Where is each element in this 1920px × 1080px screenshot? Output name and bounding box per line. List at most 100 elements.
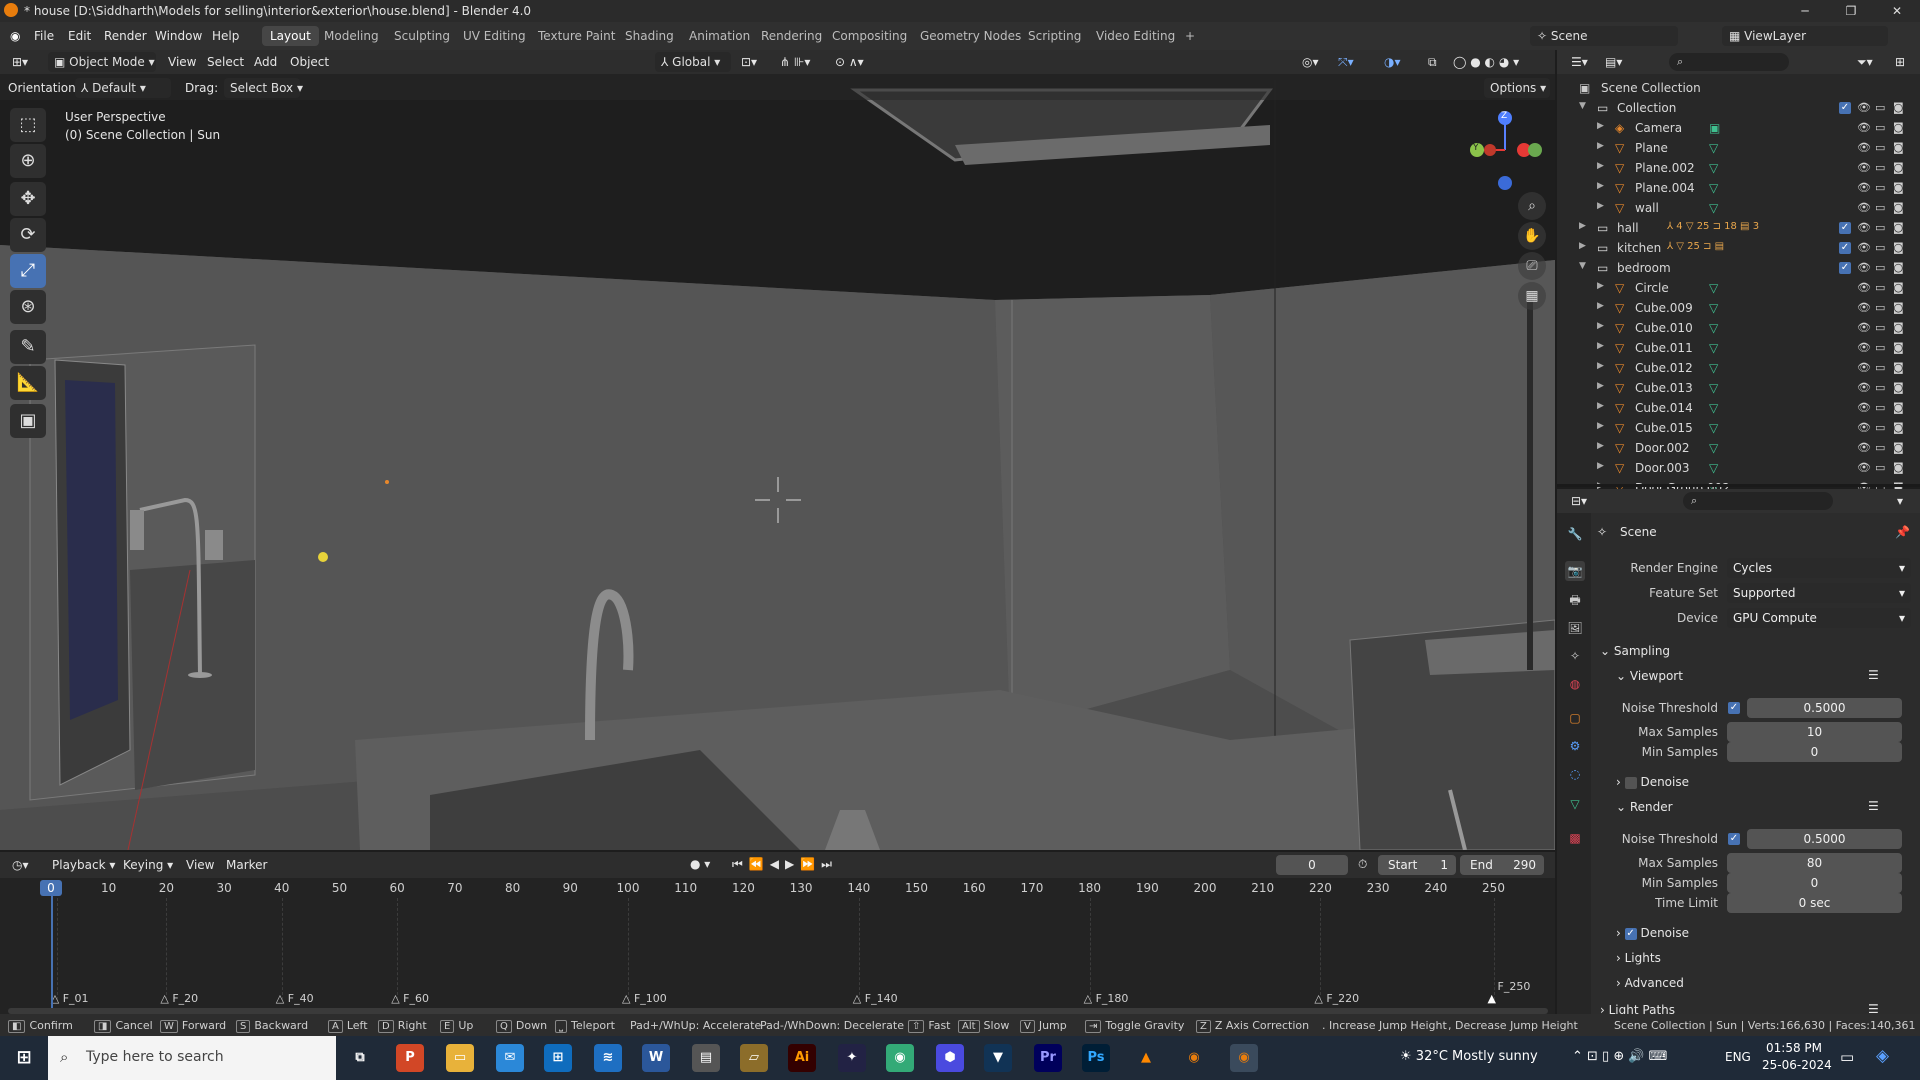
app-icon[interactable]: ▼ bbox=[984, 1044, 1012, 1072]
pin-icon[interactable]: 📌 bbox=[1895, 525, 1910, 539]
monitor-icon[interactable]: ▭ bbox=[1875, 201, 1885, 214]
language-indicator[interactable]: ENG bbox=[1725, 1050, 1751, 1064]
eye-icon[interactable]: 👁 bbox=[1857, 361, 1871, 374]
eye-icon[interactable]: 👁 bbox=[1857, 201, 1871, 214]
monitor-icon[interactable]: ▭ bbox=[1875, 381, 1885, 394]
render-camera-icon[interactable]: ◙ bbox=[1893, 121, 1904, 134]
add-workspace-button[interactable]: + bbox=[1177, 26, 1203, 46]
outliner-row[interactable]: ▶ ▽ Cube.010 ▽ 👁 ▭ ◙ bbox=[1557, 318, 1920, 338]
exclude-checkbox[interactable]: ✓ bbox=[1839, 262, 1851, 274]
end-frame-field[interactable]: End 290 bbox=[1460, 855, 1544, 875]
outliner-row[interactable]: ▶ ▽ Door.003 ▽ 👁 ▭ ◙ bbox=[1557, 458, 1920, 478]
menu-select[interactable]: Select bbox=[207, 55, 244, 69]
current-frame-field[interactable]: 0 bbox=[1276, 855, 1348, 875]
taskbar-search-input[interactable]: ⌕ Type here to search bbox=[48, 1036, 336, 1080]
tab-scripting[interactable]: Scripting bbox=[1020, 26, 1089, 46]
menu-add[interactable]: Add bbox=[254, 55, 277, 69]
tab-modeling[interactable]: Modeling bbox=[316, 26, 387, 46]
mesh-data-icon[interactable]: ▽ bbox=[1709, 441, 1718, 455]
overlay-toggle-icon[interactable]: ◑▾ bbox=[1384, 55, 1401, 69]
eye-icon[interactable]: 👁 bbox=[1857, 401, 1871, 414]
render-subsection[interactable]: ⌄ Render bbox=[1616, 800, 1673, 814]
outliner-search-input[interactable]: ⌕ bbox=[1669, 53, 1789, 71]
expand-right-icon[interactable]: ▶ bbox=[1597, 281, 1604, 291]
expand-right-icon[interactable]: ▶ bbox=[1597, 441, 1604, 451]
expand-right-icon[interactable]: ▶ bbox=[1597, 141, 1604, 151]
vp-noise-threshold-checkbox[interactable]: ✓ bbox=[1728, 702, 1740, 714]
expand-right-icon[interactable]: ▶ bbox=[1597, 121, 1604, 131]
outliner-row[interactable]: ▶ ▽ Plane.004 ▽ 👁 ▭ ◙ bbox=[1557, 178, 1920, 198]
timeline-marker[interactable]: △ F_100 bbox=[622, 992, 667, 1005]
outliner-row[interactable]: ▶ ▽ Door.002 ▽ 👁 ▭ ◙ bbox=[1557, 438, 1920, 458]
mesh-data-icon[interactable]: ▽ bbox=[1709, 141, 1718, 155]
timeline-marker[interactable]: △ F_40 bbox=[276, 992, 314, 1005]
device-dropdown[interactable]: GPU Compute ▾ bbox=[1727, 608, 1911, 628]
outliner-row[interactable]: ▶ ▽ Cube.012 ▽ 👁 ▭ ◙ bbox=[1557, 358, 1920, 378]
viewport-presets-icon[interactable]: ☰ bbox=[1868, 668, 1879, 682]
menu-marker[interactable]: Marker bbox=[226, 858, 267, 872]
eye-icon[interactable]: 👁 bbox=[1857, 281, 1871, 294]
outliner-row[interactable]: ▶ ▽ Cube.009 ▽ 👁 ▭ ◙ bbox=[1557, 298, 1920, 318]
navigation-gizmo[interactable]: Z Y bbox=[1460, 108, 1550, 198]
r-noise-threshold-checkbox[interactable]: ✓ bbox=[1728, 833, 1740, 845]
collection-contents-summary[interactable]: ⅄ ▽ 25 ⊐ ▤ bbox=[1667, 241, 1724, 252]
render-camera-icon[interactable]: ◙ bbox=[1893, 221, 1904, 234]
monitor-icon[interactable]: ▭ bbox=[1875, 161, 1885, 174]
timeline-editor-type-icon[interactable]: ◷▾ bbox=[12, 858, 29, 872]
output-tab-icon[interactable]: 🖶 bbox=[1565, 590, 1585, 610]
mail-icon[interactable]: ✉ bbox=[496, 1044, 524, 1072]
clock-time[interactable]: 01:58 PM bbox=[1766, 1041, 1822, 1055]
render-camera-icon[interactable]: ◙ bbox=[1893, 461, 1904, 474]
eye-icon[interactable]: 👁 bbox=[1857, 181, 1871, 194]
expand-right-icon[interactable]: ▶ bbox=[1597, 321, 1604, 331]
mesh-data-icon[interactable]: ▽ bbox=[1709, 201, 1718, 215]
eye-icon[interactable]: 👁 bbox=[1857, 141, 1871, 154]
menu-file[interactable]: File bbox=[34, 29, 54, 43]
outliner-row[interactable]: ▶ ▽ Cube.011 ▽ 👁 ▭ ◙ bbox=[1557, 338, 1920, 358]
expand-right-icon[interactable]: ▶ bbox=[1579, 221, 1586, 231]
sampling-section[interactable]: ⌄ Sampling bbox=[1600, 644, 1670, 658]
scene-selector[interactable]: ✧ Scene bbox=[1530, 26, 1678, 46]
exclude-checkbox[interactable]: ✓ bbox=[1839, 242, 1851, 254]
physics-tab-icon[interactable]: ◌ bbox=[1565, 764, 1585, 784]
timeline-marker[interactable]: △ F_180 bbox=[1084, 992, 1129, 1005]
photoshop-icon[interactable]: Ps bbox=[1082, 1044, 1110, 1072]
monitor-icon[interactable]: ▭ bbox=[1875, 301, 1885, 314]
transform-orientation-dropdown[interactable]: ⅄ Global ▾ bbox=[655, 52, 731, 72]
shading-modes-icon[interactable]: ◯ ● ◐ ◕ ▾ bbox=[1453, 55, 1519, 69]
monitor-icon[interactable]: ▭ bbox=[1875, 461, 1885, 474]
monitor-icon[interactable]: ▭ bbox=[1875, 241, 1885, 254]
folder-app-icon[interactable]: ▱ bbox=[740, 1044, 768, 1072]
outliner-root[interactable]: ▣ Scene Collection bbox=[1557, 78, 1920, 98]
monitor-icon[interactable]: ▭ bbox=[1875, 181, 1885, 194]
expand-right-icon[interactable]: ▶ bbox=[1597, 461, 1604, 471]
render-engine-dropdown[interactable]: Cycles ▾ bbox=[1727, 558, 1911, 578]
eye-icon[interactable]: 👁 bbox=[1857, 241, 1871, 254]
monitor-icon[interactable]: ▭ bbox=[1875, 141, 1885, 154]
eye-icon[interactable]: 👁 bbox=[1857, 461, 1871, 474]
feature-set-dropdown[interactable]: Supported ▾ bbox=[1727, 583, 1911, 603]
outliner-row[interactable]: ▶ ▽ Cube.015 ▽ 👁 ▭ ◙ bbox=[1557, 418, 1920, 438]
tab-compositing[interactable]: Compositing bbox=[824, 26, 915, 46]
render-camera-icon[interactable]: ◙ bbox=[1893, 381, 1904, 394]
outliner-row[interactable]: ▶ ▭ kitchen ⅄ ▽ 25 ⊐ ▤ ✓ 👁 ▭ ◙ bbox=[1557, 238, 1920, 258]
file-explorer-icon[interactable]: ▭ bbox=[446, 1044, 474, 1072]
modifiers-tab-icon[interactable]: ⚙ bbox=[1565, 736, 1585, 756]
properties-editor-type-icon[interactable]: ⊟▾ bbox=[1571, 494, 1587, 508]
app-icon[interactable]: ✦ bbox=[838, 1044, 866, 1072]
outliner-row[interactable]: ▶ ◈ Camera ▣ 👁 ▭ ◙ bbox=[1557, 118, 1920, 138]
monitor-icon[interactable]: ▭ bbox=[1875, 321, 1885, 334]
mesh-data-icon[interactable]: ▽ bbox=[1709, 361, 1718, 375]
render-tab-icon[interactable]: 📷 bbox=[1565, 561, 1585, 581]
expand-right-icon[interactable]: ▶ bbox=[1597, 421, 1604, 431]
render-camera-icon[interactable]: ◙ bbox=[1893, 161, 1904, 174]
zoom-button[interactable]: ⌕ bbox=[1518, 192, 1546, 220]
outliner-row[interactable]: ▶ ▽ Plane ▽ 👁 ▭ ◙ bbox=[1557, 138, 1920, 158]
outliner-row[interactable]: ▼ ▭ bedroom ✓ 👁 ▭ ◙ bbox=[1557, 258, 1920, 278]
render-camera-icon[interactable]: ◙ bbox=[1893, 141, 1904, 154]
mode-dropdown[interactable]: ▣ Object Mode ▾ bbox=[48, 52, 156, 72]
display-mode-icon[interactable]: ▤▾ bbox=[1605, 55, 1622, 69]
xray-icon[interactable]: ⧉ bbox=[1428, 55, 1437, 70]
monitor-icon[interactable]: ▭ bbox=[1875, 361, 1885, 374]
camera-view-button[interactable]: ⎚ bbox=[1518, 252, 1546, 280]
